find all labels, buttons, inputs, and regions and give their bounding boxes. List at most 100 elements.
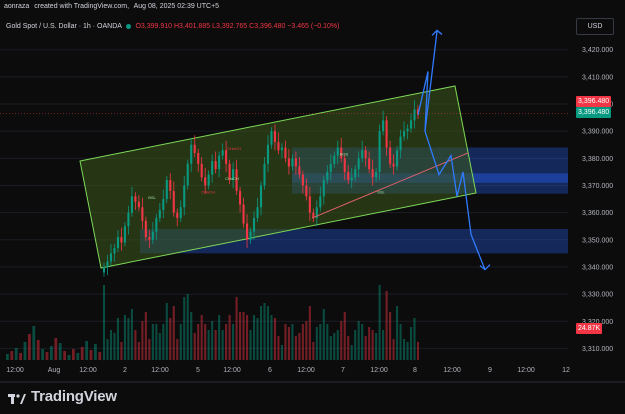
y-tick-label: 3,330.000	[582, 292, 613, 299]
candle-body	[364, 150, 367, 159]
volume-bar	[392, 339, 395, 360]
candle-body	[127, 212, 130, 227]
candle-body	[162, 199, 165, 210]
candle-body	[218, 155, 221, 170]
candle-body	[123, 226, 126, 243]
created-date: Aug 08, 2025 02:39 UTC+5	[133, 3, 220, 10]
volume-bar	[263, 303, 266, 360]
candle-body	[392, 163, 395, 167]
volume-bar	[109, 330, 113, 360]
volume-bar	[144, 312, 147, 360]
candle-body	[402, 131, 406, 137]
volume-bar	[252, 315, 256, 360]
volume-bar	[277, 336, 280, 360]
y-tick-label: 3,350.000	[582, 237, 613, 244]
volume-bar	[32, 326, 36, 360]
candle-body	[249, 231, 252, 240]
x-tick-label: 9	[488, 367, 492, 374]
volume-bar	[319, 324, 322, 360]
candle-body	[239, 190, 242, 205]
candle-body	[144, 220, 147, 238]
candle-body	[280, 147, 283, 151]
volume-tag: 24.87K	[576, 323, 603, 334]
candle-body	[378, 131, 381, 172]
candle-body	[273, 131, 277, 143]
candle-body	[176, 212, 179, 219]
volume-bar	[36, 340, 40, 360]
volume-bar	[72, 349, 75, 360]
candle-body	[389, 147, 392, 164]
volume-bar	[28, 334, 31, 360]
volume-bar	[158, 333, 161, 360]
volume-bar	[399, 324, 402, 360]
volume-bar	[361, 324, 364, 360]
volume-bar	[256, 318, 259, 360]
volume-bar	[80, 347, 84, 360]
candle-body	[326, 171, 329, 181]
price-chart[interactable]: BSLCHoCHCHoCHCHoCHBOSSSL 3,420.0003,410.…	[0, 0, 625, 414]
volume-bar	[85, 341, 88, 360]
annotation-label: BOS	[340, 152, 349, 157]
volume-bar	[382, 330, 385, 360]
author-name[interactable]: aonraza	[4, 3, 29, 10]
y-tick-label: 3,310.000	[582, 346, 613, 353]
header-line: aonraza created with TradingView.com, Au…	[4, 3, 222, 10]
volume-bar	[368, 327, 371, 360]
volume-bar	[343, 312, 346, 360]
volume-bar	[41, 349, 44, 360]
volume-bar	[58, 343, 62, 360]
volume-bar	[298, 333, 301, 360]
volume-bar	[396, 306, 399, 360]
volume-bar	[413, 318, 416, 360]
candle-body	[382, 120, 385, 132]
candle-body	[333, 155, 336, 164]
y-tick-label: 3,390.000	[582, 129, 613, 136]
volume-bar	[113, 333, 116, 360]
close-price-tag: 3,396.480	[576, 107, 612, 118]
volume-bar	[63, 351, 66, 360]
x-tick-label: 12:00	[370, 367, 388, 374]
x-tick-label: 8	[413, 367, 417, 374]
close-value: C3,396.480	[249, 23, 286, 30]
volume-bar	[211, 321, 214, 360]
x-tick-label: 12:00	[79, 367, 97, 374]
candle-body	[225, 150, 228, 164]
volume-bar	[280, 345, 283, 360]
volume-bar	[402, 339, 406, 360]
volume-bar	[284, 324, 287, 360]
volume-bar	[76, 353, 80, 360]
annotation-label: CHoCH	[225, 176, 239, 181]
candle-body	[350, 177, 353, 181]
candle-body	[155, 218, 158, 232]
volume-bar	[127, 318, 130, 360]
currency-button[interactable]: USD	[576, 18, 614, 35]
high-value: H3,401.885	[174, 23, 211, 30]
volume-bar	[350, 345, 353, 360]
volume-bar	[186, 294, 189, 360]
candle-body	[214, 161, 217, 170]
candle-body	[197, 152, 200, 164]
candle-body	[270, 131, 273, 145]
candle-body	[165, 180, 168, 200]
tradingview-brand[interactable]: TradingView	[8, 385, 117, 407]
candle-body	[375, 171, 378, 178]
volume-bar	[371, 330, 374, 360]
candle-body	[172, 190, 175, 213]
volume-bar	[375, 333, 378, 360]
volume-bar	[45, 352, 49, 360]
annotation-label: BSL	[148, 195, 156, 200]
volume-bar	[312, 342, 315, 360]
volume-bar	[249, 330, 252, 360]
candle-body	[207, 174, 210, 186]
volume-bar	[270, 315, 273, 360]
volume-bar	[116, 318, 120, 360]
candle-body	[245, 223, 249, 240]
candle-body	[102, 266, 106, 273]
volume-bar	[245, 315, 249, 360]
candle-body	[200, 163, 203, 178]
candle-body	[322, 180, 325, 197]
candle-body	[361, 150, 364, 159]
symbol-title[interactable]: Gold Spot / U.S. Dollar · 1h · OANDA	[6, 23, 122, 30]
x-tick-label: 12:00	[443, 367, 461, 374]
candle-body	[409, 120, 413, 129]
